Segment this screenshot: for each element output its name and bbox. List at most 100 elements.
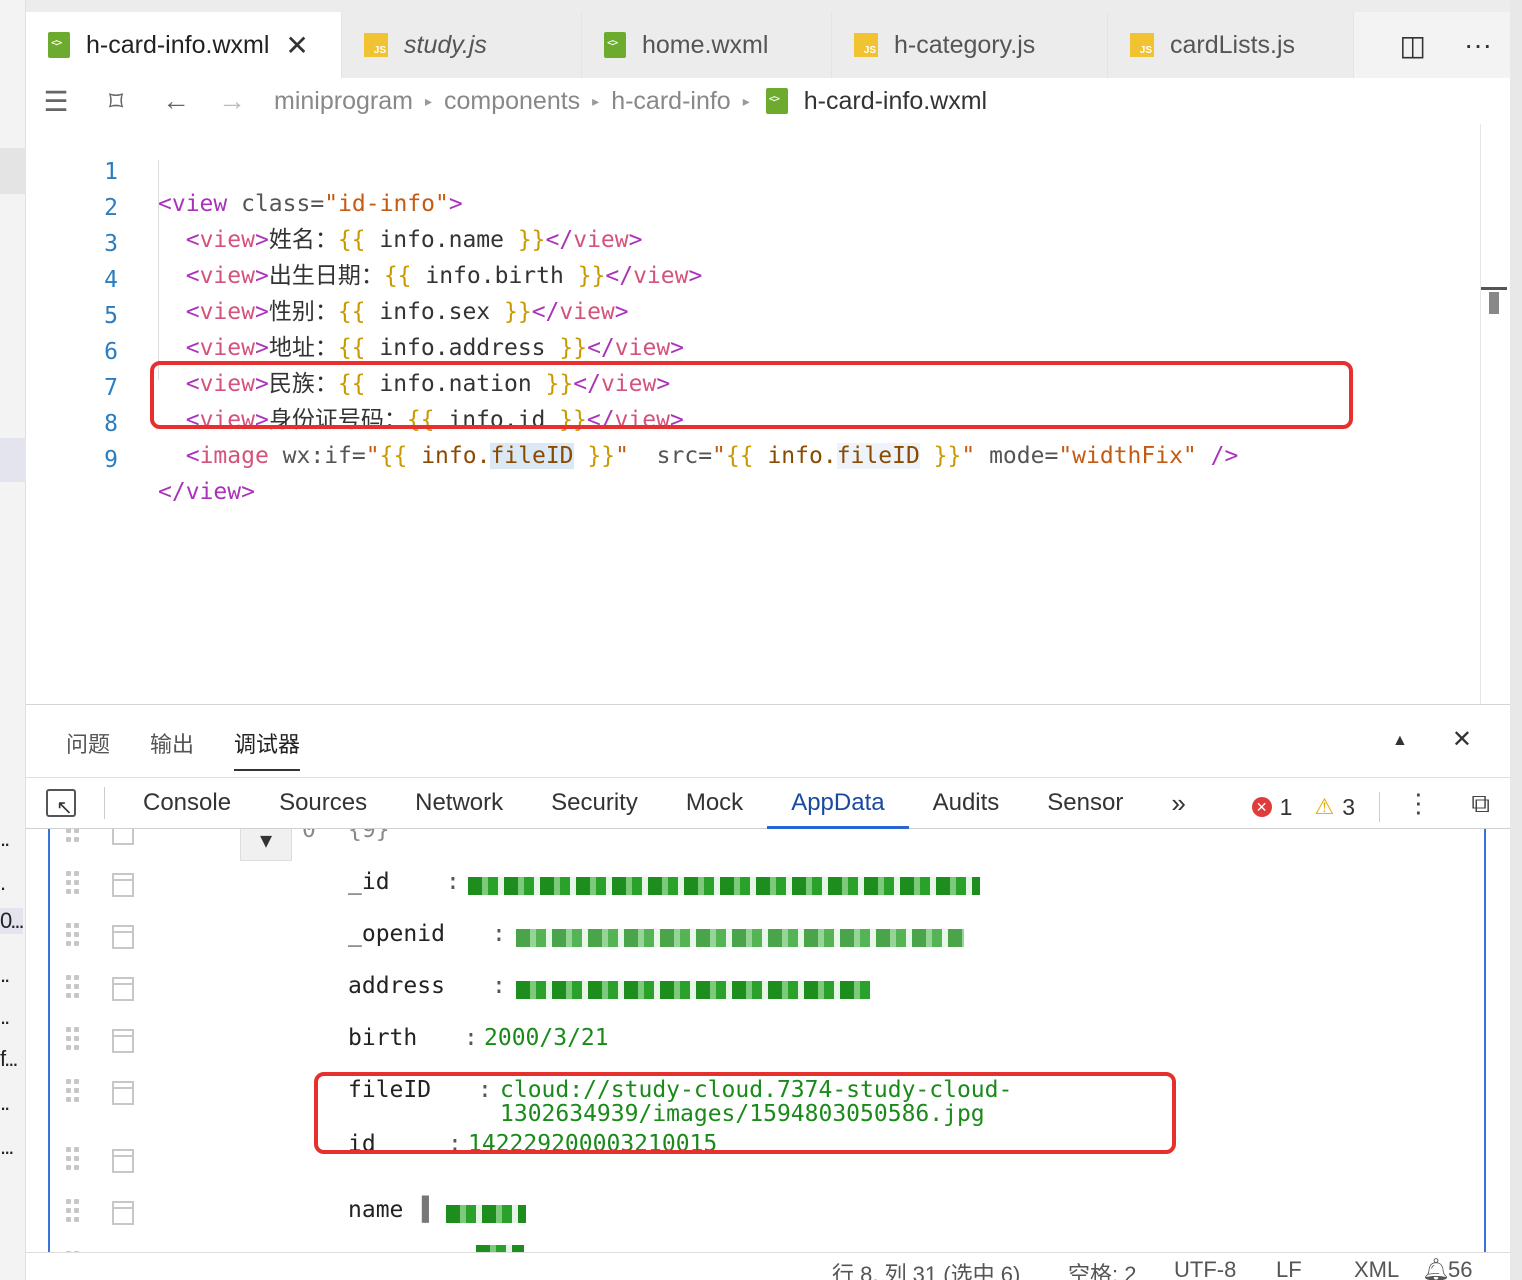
devtab-sources[interactable]: Sources xyxy=(255,777,391,829)
expand-toggle-icon[interactable]: ▼ xyxy=(240,829,292,861)
devtab-security[interactable]: Security xyxy=(527,777,662,829)
devtools-actions: ⋮ ⧉ xyxy=(1405,788,1490,820)
edit-icon[interactable] xyxy=(112,977,134,1001)
more-actions-icon[interactable]: ··· xyxy=(1464,29,1492,61)
edit-icon[interactable] xyxy=(112,873,134,897)
wxml-file-icon xyxy=(604,32,626,58)
drag-handle-icon[interactable] xyxy=(66,829,82,847)
drag-handle-icon[interactable] xyxy=(66,1027,82,1055)
maximize-panel-icon[interactable]: ▲ xyxy=(1392,725,1408,757)
tab-problems[interactable]: 问题 xyxy=(66,727,110,771)
inspect-element-icon[interactable] xyxy=(46,789,76,820)
status-bar: 行 8, 列 31 (选中 6) 空格: 2 UTF-8 LF XML 🔔︎ 5… xyxy=(26,1252,1510,1280)
panel-actions: ▲ ✕ xyxy=(1392,725,1472,757)
drag-handle-icon[interactable] xyxy=(66,923,82,951)
highlight-box xyxy=(314,1072,1176,1154)
back-arrow-icon[interactable]: ← xyxy=(160,85,192,117)
devtab-console[interactable]: Console xyxy=(119,777,255,829)
warning-icon: ⚠ xyxy=(1314,794,1335,819)
devtab-mock[interactable]: Mock xyxy=(662,777,767,829)
bell-icon[interactable]: 🔔︎ xyxy=(1422,1257,1450,1280)
tab-output[interactable]: 输出 xyxy=(150,727,194,771)
devtab-network[interactable]: Network xyxy=(391,777,527,829)
edit-icon[interactable] xyxy=(112,1029,134,1053)
edit-icon[interactable] xyxy=(112,925,134,949)
code-line: 1 <view class="id-info"> xyxy=(26,124,1480,217)
tree-key: birth xyxy=(348,1025,418,1051)
tab-debugger[interactable]: 调试器 xyxy=(234,727,301,771)
drag-handle-icon[interactable] xyxy=(66,1079,82,1107)
devtab-appdata[interactable]: AppData xyxy=(767,777,909,829)
drag-handle-icon[interactable] xyxy=(66,1147,82,1175)
devtab-sensor[interactable]: Sensor xyxy=(1023,777,1147,829)
panel-tabs: 问题 输出 调试器 xyxy=(66,727,301,771)
devtab-audits[interactable]: Audits xyxy=(909,777,1024,829)
tree-key: address xyxy=(348,973,445,999)
side-ellipsis: .. xyxy=(0,962,10,987)
close-panel-icon[interactable]: ✕ xyxy=(1452,725,1472,757)
toolbar-divider xyxy=(104,787,105,819)
editor-scrollbar[interactable] xyxy=(1480,124,1510,704)
code-line: 4 <view>性别：{{ info.sex }}</view> xyxy=(26,232,1480,325)
outline-icon[interactable]: ☰ xyxy=(40,85,72,118)
code-line: 3 <view>出生日期：{{ info.birth }}</view> xyxy=(26,196,1480,289)
close-icon[interactable]: ✕ xyxy=(285,29,308,62)
undock-icon[interactable]: ⧉ xyxy=(1471,788,1490,820)
devtools-toolbar: Console Sources Network Security Mock Ap… xyxy=(26,777,1510,829)
indent-guide xyxy=(158,160,159,380)
drag-handle-icon[interactable] xyxy=(66,871,82,899)
tag-name: view xyxy=(185,479,242,505)
tree-key: _id xyxy=(348,869,390,895)
edit-icon[interactable] xyxy=(112,1201,134,1225)
drag-handle-icon[interactable] xyxy=(66,1199,82,1227)
breadcrumb-item[interactable]: h-card-info xyxy=(611,87,731,116)
line-ending[interactable]: LF xyxy=(1276,1257,1302,1280)
breadcrumb-current[interactable]: h-card-info.wxml xyxy=(804,87,987,116)
side-ellipsis: 0... xyxy=(0,908,25,934)
split-editor-icon[interactable]: ◫ xyxy=(1400,29,1426,62)
tree-summary: {9} xyxy=(348,829,390,843)
forward-arrow-icon[interactable]: → xyxy=(216,85,248,117)
encoding[interactable]: UTF-8 xyxy=(1174,1257,1236,1280)
tab-h-category-js[interactable]: h-category.js xyxy=(832,12,1108,78)
bookmark-icon[interactable]: ⌑ xyxy=(100,85,132,118)
warning-count: 3 xyxy=(1342,793,1355,820)
drag-handle-icon[interactable] xyxy=(66,975,82,1003)
side-ellipsis: .. xyxy=(0,1090,10,1115)
edit-icon[interactable] xyxy=(112,829,134,845)
more-tabs-icon[interactable]: » xyxy=(1147,777,1209,829)
tab-home-wxml[interactable]: home.wxml xyxy=(582,12,832,78)
window-edge xyxy=(1510,0,1522,1280)
key-separator: ▌ xyxy=(422,1197,436,1223)
tab-label: study.js xyxy=(404,30,487,59)
tree-row: _openid : xyxy=(50,911,1484,963)
tab-label: home.wxml xyxy=(642,30,769,59)
appdata-tree[interactable]: ▼ 0 {9} _id : _openid : address : birth … xyxy=(48,829,1486,1255)
tree-row: address : xyxy=(50,963,1484,1015)
redacted-value xyxy=(468,877,980,895)
error-warning-counter[interactable]: ✕ 1 ⚠ 3 xyxy=(1251,792,1380,822)
side-ellipsis: .. xyxy=(0,826,10,851)
side-panel-edge: .. . 0... .. .. f... .. ... xyxy=(0,0,26,1280)
code-line: 2 <view>姓名：{{ info.name }}</view> xyxy=(26,160,1480,253)
cursor-position[interactable]: 行 8, 列 31 (选中 6) xyxy=(832,1257,1020,1280)
scroll-thumb[interactable] xyxy=(1489,292,1499,314)
tree-key: _openid xyxy=(348,921,445,947)
tab-label: cardLists.js xyxy=(1170,30,1296,59)
tab-h-card-info-wxml[interactable]: h-card-info.wxml ✕ xyxy=(26,12,342,78)
kebab-menu-icon[interactable]: ⋮ xyxy=(1405,788,1431,820)
edit-icon[interactable] xyxy=(112,1149,134,1173)
breadcrumb-item[interactable]: miniprogram xyxy=(274,87,413,116)
tree-row: name ▌ xyxy=(50,1187,1484,1239)
error-count: 1 xyxy=(1279,793,1293,820)
edit-icon[interactable] xyxy=(112,1081,134,1105)
js-file-icon xyxy=(364,33,388,57)
breadcrumb-item[interactable]: components xyxy=(444,87,580,116)
redacted-value xyxy=(446,1205,526,1223)
indentation[interactable]: 空格: 2 xyxy=(1068,1257,1136,1280)
language-mode[interactable]: XML xyxy=(1354,1257,1399,1280)
tab-study-js[interactable]: study.js xyxy=(342,12,582,78)
tab-cardlists-js[interactable]: cardLists.js xyxy=(1108,12,1354,78)
key-separator: : xyxy=(492,973,506,999)
side-ellipsis: . xyxy=(0,870,6,895)
